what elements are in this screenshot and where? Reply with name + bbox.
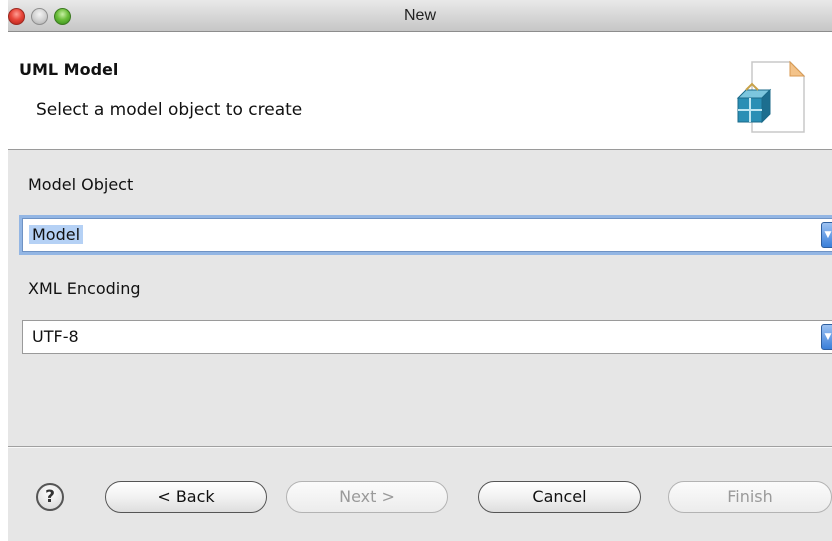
model-object-select[interactable]: Model ▼	[22, 218, 832, 252]
model-object-value: Model	[29, 225, 84, 244]
chevron-down-icon[interactable]: ▼	[821, 222, 832, 248]
window-title: New	[403, 7, 436, 24]
wizard-header: UML Model Select a model object to creat…	[8, 32, 832, 150]
xml-encoding-label: XML Encoding	[28, 279, 141, 298]
new-wizard-dialog: New UML Model Select a model object to c…	[8, 0, 832, 541]
cancel-button[interactable]: Cancel	[478, 481, 641, 513]
next-button[interactable]: Next >	[286, 481, 448, 513]
xml-encoding-value: UTF-8	[32, 327, 79, 346]
model-object-label: Model Object	[28, 175, 134, 194]
back-button[interactable]: < Back	[105, 481, 267, 513]
xml-encoding-select[interactable]: UTF-8 ▼	[22, 320, 832, 354]
button-bar-separator	[8, 446, 832, 448]
page-title: UML Model	[19, 60, 119, 79]
title-bar: New	[8, 0, 832, 32]
help-icon: ?	[45, 487, 55, 507]
finish-button[interactable]: Finish	[668, 481, 832, 513]
page-description: Select a model object to create	[36, 100, 303, 120]
help-button[interactable]: ?	[36, 483, 64, 511]
chevron-down-icon[interactable]: ▼	[821, 324, 832, 350]
uml-model-wizard-icon	[736, 60, 806, 133]
